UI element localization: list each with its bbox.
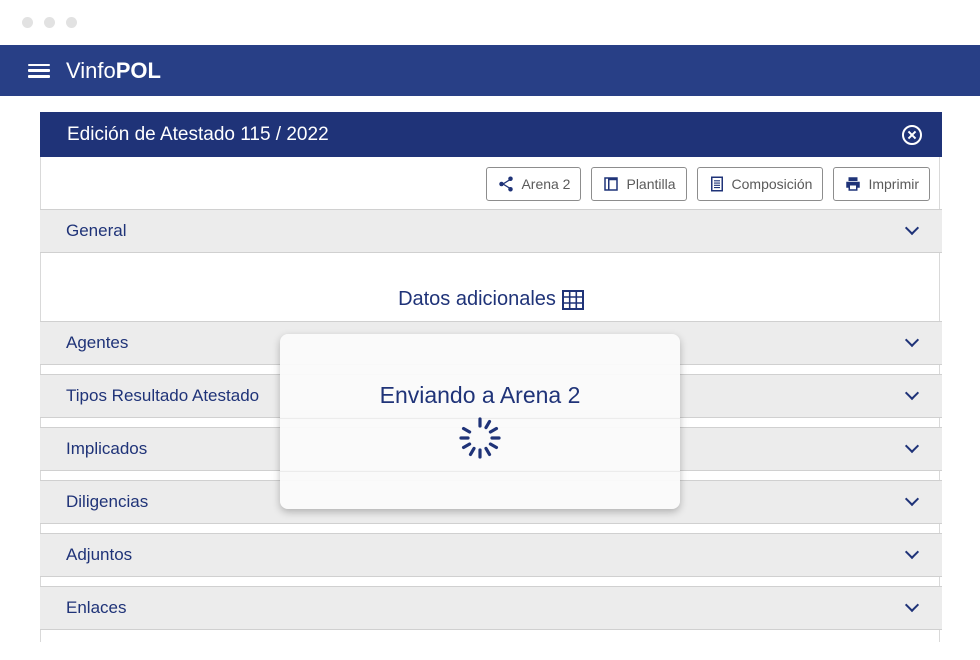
- chevron-down-icon: [904, 385, 920, 401]
- section-diligencias-label: Diligencias: [66, 492, 149, 511]
- section-general[interactable]: General: [40, 209, 942, 253]
- composicion-button-label: Composición: [731, 176, 813, 192]
- panel-title: Edición de Atestado 115 / 2022: [67, 123, 329, 145]
- share-icon: [499, 176, 514, 192]
- document-icon: [710, 176, 723, 192]
- section-enlaces[interactable]: Enlaces: [40, 586, 942, 630]
- menu-icon[interactable]: [28, 62, 50, 80]
- plantilla-button[interactable]: Plantilla: [591, 167, 687, 201]
- composicion-button[interactable]: Composición: [696, 167, 824, 201]
- close-icon[interactable]: [902, 124, 922, 145]
- window-chrome: [0, 0, 980, 45]
- chevron-down-icon: [904, 491, 920, 507]
- section-adjuntos[interactable]: Adjuntos: [40, 533, 942, 577]
- plantilla-button-label: Plantilla: [626, 176, 676, 192]
- arena-button[interactable]: Arena 2: [486, 167, 582, 201]
- section-tipos-resultado-label: Tipos Resultado Atestado: [66, 386, 260, 405]
- brand-prefix: Vinfo: [66, 57, 116, 83]
- chevron-down-icon: [904, 332, 920, 348]
- section-enlaces-label: Enlaces: [66, 598, 127, 617]
- chevron-down-icon: [904, 597, 920, 613]
- window-dot-close[interactable]: [22, 17, 33, 28]
- imprimir-button[interactable]: Imprimir: [833, 167, 930, 201]
- section-general-label: General: [66, 221, 127, 240]
- chevron-down-icon: [904, 544, 920, 560]
- brand-suffix: POL: [115, 57, 161, 83]
- toolbar: Arena 2 Plantilla Composición Imprimir: [486, 167, 930, 201]
- panel-header: Edición de Atestado 115 / 2022: [40, 112, 942, 157]
- section-implicados-label: Implicados: [66, 439, 148, 458]
- section-agentes-label: Agentes: [66, 333, 129, 352]
- spinner-icon: [459, 417, 501, 459]
- section-adjuntos-label: Adjuntos: [66, 545, 133, 564]
- template-icon: [604, 177, 619, 191]
- app-bar: VinfoPOL: [0, 45, 980, 96]
- table-icon[interactable]: [561, 289, 584, 310]
- imprimir-button-label: Imprimir: [868, 176, 919, 192]
- window-dot-minimize[interactable]: [44, 17, 55, 28]
- modal-divider: [280, 471, 680, 472]
- chevron-down-icon: [904, 220, 920, 236]
- window-dot-maximize[interactable]: [66, 17, 77, 28]
- app-brand: VinfoPOL: [66, 58, 161, 84]
- chevron-down-icon: [904, 438, 920, 454]
- arena-button-label: Arena 2: [521, 176, 571, 192]
- modal-title: Enviando a Arena 2: [379, 382, 581, 408]
- print-icon: [846, 177, 861, 191]
- sending-modal: Enviando a Arena 2: [280, 334, 680, 509]
- datos-adicionales-label: Datos adicionales: [398, 288, 556, 310]
- datos-adicionales-heading: Datos adicionales: [41, 288, 941, 311]
